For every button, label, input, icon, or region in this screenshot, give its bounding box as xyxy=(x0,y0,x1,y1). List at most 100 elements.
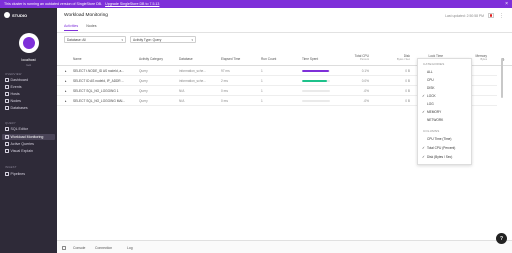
close-icon[interactable]: × xyxy=(505,1,508,7)
time-spent-fill xyxy=(302,70,329,73)
category-all[interactable]: ALL xyxy=(422,70,433,74)
run-count: 1 xyxy=(261,69,263,73)
disk: 0 B xyxy=(405,89,410,93)
run-count: 1 xyxy=(261,79,263,83)
sidebar-item-label: Workload Monitoring xyxy=(10,135,44,139)
page-title: Workload Monitoring xyxy=(64,13,108,18)
sidebar-item-pipelines[interactable]: Pipelines xyxy=(5,172,25,176)
record-icon xyxy=(489,14,493,17)
monitor-icon xyxy=(5,135,9,139)
banner-text: This cluster is running an outdated vers… xyxy=(4,2,103,6)
activity-type-filter[interactable]: Activity Type: Query ▾ xyxy=(130,36,196,43)
connection-tab[interactable]: Connection xyxy=(95,246,112,250)
database: N/A xyxy=(179,99,185,103)
sidebar-item-dashboard[interactable]: Dashboard xyxy=(5,78,28,82)
sidebar-item-hosts[interactable]: Hosts xyxy=(5,92,20,96)
sidebar-item-workload-monitoring[interactable]: Workload Monitoring xyxy=(2,134,55,140)
database-filter-label: Database: All xyxy=(67,37,86,42)
last-updated: Last updated: 2:50:58 PM xyxy=(445,14,484,18)
tab-activities[interactable]: Activities xyxy=(64,24,79,31)
column-disk[interactable]: Disk Bytes / Sec xyxy=(382,54,410,61)
category-log[interactable]: LOG xyxy=(422,102,434,106)
database-filter[interactable]: Database: All ▾ xyxy=(64,36,126,43)
sidebar-item-sql-editor[interactable]: SQL Editor xyxy=(5,127,28,131)
elapsed-time: 0 ms xyxy=(221,89,228,93)
columns-heading: COLUMNS xyxy=(423,129,440,133)
time-spent-bar xyxy=(302,70,330,73)
activity-category: Query xyxy=(139,89,148,93)
sidebar-item-active-queries[interactable]: Active Queries xyxy=(5,142,34,146)
pipeline-icon xyxy=(5,172,9,176)
activity-category: Query xyxy=(139,99,148,103)
upgrade-link[interactable]: Upgrade SingleStore DB to 7.5.13 xyxy=(105,2,159,6)
column-run-count[interactable]: Run Count xyxy=(261,57,276,61)
studio-logo[interactable]: STUDIO xyxy=(4,12,27,18)
column-activity-category[interactable]: Activity Category xyxy=(139,57,163,61)
category-memory[interactable]: ✓ MEMORY xyxy=(422,110,441,114)
activity-category: Query xyxy=(139,69,148,73)
record-button[interactable] xyxy=(488,13,494,18)
column-time-spent[interactable]: Time Spent xyxy=(302,57,318,61)
sidebar-item-label: Events xyxy=(10,85,22,89)
tab-nodes[interactable]: Nodes xyxy=(86,24,96,31)
sidebar-item-label: Visual Explain xyxy=(10,149,34,153)
sidebar-item-events[interactable]: Events xyxy=(5,85,22,89)
expand-icon[interactable]: ▸ xyxy=(65,69,67,73)
category-cpu[interactable]: CPU xyxy=(422,78,434,82)
console-tab[interactable]: Console xyxy=(73,246,85,250)
column-name[interactable]: Name xyxy=(73,57,82,61)
sidebar-item-label: Active Queries xyxy=(10,142,34,146)
more-menu-icon[interactable]: ⋮ xyxy=(499,13,504,19)
cluster-avatar[interactable] xyxy=(19,33,39,53)
section-overview: OVERVIEW xyxy=(5,72,22,76)
tab-divider xyxy=(57,31,512,32)
category-network[interactable]: NETWORK xyxy=(422,118,443,122)
database: information_sche... xyxy=(179,79,206,83)
run-count: 1 xyxy=(261,89,263,93)
code-icon xyxy=(5,127,9,131)
query-name[interactable]: SELECT t.NODE_ID AS nodeId, a... xyxy=(73,69,124,73)
column-option-total-cpu[interactable]: ✓ Total CPU (Percent) xyxy=(422,146,455,150)
check-icon: ✓ xyxy=(422,155,425,159)
check-icon: ✓ xyxy=(422,94,425,98)
chevron-down-icon: ▾ xyxy=(121,37,123,42)
database: information_sche... xyxy=(179,69,206,73)
column-database[interactable]: Database xyxy=(179,57,193,61)
column-option-cpu-time[interactable]: CPU Time (Time) xyxy=(422,137,452,141)
elapsed-time: 0 ms xyxy=(221,99,228,103)
column-option-disk[interactable]: ✓ Disk (Bytes / Sec) xyxy=(422,155,452,159)
column-total-cpu[interactable]: Total CPU Percent xyxy=(343,54,369,61)
column-elapsed-time[interactable]: Elapsed Time xyxy=(221,57,240,61)
sidebar-item-visual-explain[interactable]: Visual Explain xyxy=(5,149,33,153)
activity-icon xyxy=(5,142,9,146)
query-name[interactable]: SELECT SQL_NO_LOGGING MAI... xyxy=(73,99,125,103)
sidebar: STUDIO localhost root OVERVIEW Dashboard… xyxy=(0,8,57,253)
panel-toggle-icon[interactable] xyxy=(62,246,66,250)
log-tab[interactable]: Log xyxy=(127,246,133,250)
expand-icon[interactable]: ▸ xyxy=(65,99,67,103)
activity-category: Query xyxy=(139,79,148,83)
category-lock[interactable]: ✓ LOCK xyxy=(422,94,436,98)
expand-icon[interactable]: ▸ xyxy=(65,89,67,93)
sidebar-item-databases[interactable]: Databases xyxy=(5,106,28,110)
host-name[interactable]: localhost xyxy=(0,58,57,62)
database: N/A xyxy=(179,89,185,93)
elapsed-time: 97 ms xyxy=(221,69,230,73)
dropdown-scrollbar[interactable] xyxy=(501,58,503,98)
total-cpu: 0.1% xyxy=(361,69,369,73)
status-bar: Console Connection Log xyxy=(57,240,512,253)
sidebar-item-label: Nodes xyxy=(10,99,21,103)
expand-icon[interactable]: ▸ xyxy=(65,79,67,83)
sidebar-item-nodes[interactable]: Nodes xyxy=(5,99,21,103)
categories-heading: CATEGORIES xyxy=(423,62,445,66)
total-cpu: -0% xyxy=(363,99,369,103)
tab-bar: Activities Nodes xyxy=(64,24,97,31)
sidebar-item-label: Databases xyxy=(10,106,28,110)
sidebar-item-label: SQL Editor xyxy=(10,127,28,131)
category-disk[interactable]: DISK xyxy=(422,86,434,90)
help-button[interactable]: ? xyxy=(496,233,507,244)
sidebar-item-label: Pipelines xyxy=(10,172,26,176)
query-name[interactable]: SELECT ID AS nodeId, IP_ADDR ... xyxy=(73,79,124,83)
query-name[interactable]: SELECT SQL_NO_LOGGING 1 xyxy=(73,89,118,93)
section-query: QUERY xyxy=(5,121,16,125)
